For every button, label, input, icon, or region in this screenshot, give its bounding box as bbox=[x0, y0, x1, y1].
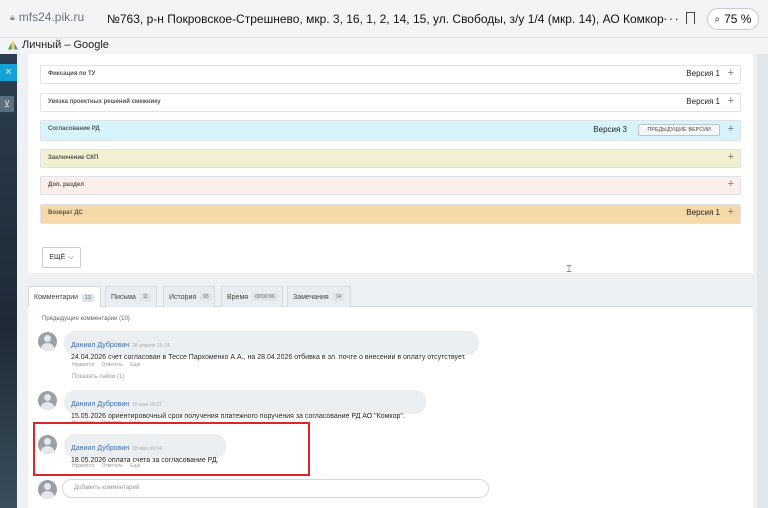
section-label: Доп. раздел bbox=[48, 182, 84, 188]
comment-text: 24.04.2026 счет согласован в Тессе Пархо… bbox=[71, 354, 467, 361]
avatar bbox=[38, 391, 57, 410]
expand-plus-icon[interactable]: + bbox=[728, 123, 734, 135]
bookmark-icon[interactable] bbox=[686, 12, 695, 24]
left-sidebar: × ⊻ bbox=[0, 54, 17, 508]
comment-text: 15.05.2026 ориентировочный срок получени… bbox=[71, 413, 405, 420]
more-button[interactable]: ЕЩЁ ⌵ bbox=[42, 247, 81, 268]
chevron-down-icon: ⌵ bbox=[68, 253, 74, 261]
expand-plus-icon[interactable]: + bbox=[728, 67, 734, 79]
section-row-return[interactable]: Возврат ДС Версия 1 + bbox=[40, 204, 741, 224]
comment-actions: Нравится Ответить Ещё bbox=[72, 362, 146, 368]
tab-label: Замечания bbox=[293, 293, 329, 301]
section-label: Заключение СКП bbox=[48, 155, 99, 161]
more-button-label: ЕЩЁ bbox=[49, 254, 66, 261]
section-row-approval[interactable]: Согласование РД Версия 3 ПРЕДЫДУЩИЕ ВЕРС… bbox=[40, 120, 741, 141]
tab-history[interactable]: История 93 bbox=[163, 286, 215, 307]
tab-remarks[interactable]: Замечания 14 bbox=[287, 286, 351, 307]
sidebar-toggle-icon[interactable]: ⊻ bbox=[0, 96, 14, 112]
tab-label: Письма bbox=[111, 293, 136, 301]
show-likes-link[interactable]: Показать лайки (1) bbox=[72, 374, 124, 380]
highlight-box bbox=[33, 422, 310, 476]
add-comment-input[interactable]: Добавить комментарий bbox=[62, 479, 489, 498]
tab-count-badge: 11 bbox=[139, 293, 151, 301]
section-label: Согласование РД bbox=[48, 126, 100, 132]
tabs-bar: Комментарии 13 Письма 11 История 93 Врем… bbox=[28, 281, 753, 308]
section-row-conclusion[interactable]: Заключение СКП + bbox=[40, 149, 741, 168]
tab-count-badge: 13 bbox=[82, 293, 94, 302]
close-icon[interactable]: × bbox=[0, 64, 17, 81]
tab-letters[interactable]: Письма 11 bbox=[105, 286, 157, 307]
browser-toolbar: 🔒︎ mfs24.pik.ru №763, р-н Покровское-Стр… bbox=[0, 0, 768, 38]
section-row-extra[interactable]: Доп. раздел + bbox=[40, 176, 741, 195]
bookmark-item-google[interactable]: Личный – Google bbox=[8, 39, 109, 51]
comment-bubble: Даниил Дубровин 15 мая 16:27 15.05.2026 о… bbox=[64, 390, 426, 420]
bookmarks-bar: Личный – Google bbox=[0, 38, 768, 54]
expand-plus-icon[interactable]: + bbox=[728, 95, 734, 107]
more-link[interactable]: Ещё bbox=[130, 362, 140, 368]
section-row-link[interactable]: Увязка проектных решений смежнику Версия… bbox=[40, 93, 741, 112]
current-user-avatar bbox=[38, 480, 57, 499]
reply-link[interactable]: Ответить bbox=[101, 362, 122, 368]
magnifier-icon: ⌕ bbox=[714, 13, 721, 25]
section-version: Версия 1 bbox=[686, 208, 720, 217]
comment-time: 15 мая 16:27 bbox=[132, 402, 162, 408]
section-label: Фиксация по ТУ bbox=[48, 71, 96, 77]
domain-label: mfs24.pik.ru bbox=[18, 10, 85, 24]
right-scrollbar[interactable] bbox=[757, 54, 768, 508]
tab-time[interactable]: Время 00:00:00 bbox=[221, 286, 283, 307]
previous-comments-link[interactable]: Предыдущие комментарии (10) bbox=[42, 316, 130, 322]
comment-time: 28 апреля 15:14 bbox=[132, 343, 170, 349]
comment-bubble: Даниил Дубровин 28 апреля 15:14 24.04.202… bbox=[64, 331, 479, 361]
expand-plus-icon[interactable]: + bbox=[728, 178, 734, 190]
section-version: Версия 1 bbox=[686, 69, 720, 78]
section-label: Возврат ДС bbox=[48, 210, 83, 216]
tab-label: Комментарии bbox=[34, 294, 79, 301]
tab-count-badge: 00:00:00 bbox=[252, 293, 278, 301]
address-bar[interactable]: 🔒︎ mfs24.pik.ru bbox=[10, 10, 84, 24]
comments-panel: Предыдущие комментарии (10) Даниил Дубро… bbox=[28, 307, 753, 508]
tab-label: Время bbox=[227, 293, 249, 301]
zoom-value: 75 % bbox=[724, 12, 752, 26]
tab-label: История bbox=[169, 293, 197, 301]
sections-panel: Фиксация по ТУ Версия 1 + Увязка проектн… bbox=[28, 54, 753, 273]
expand-plus-icon[interactable]: + bbox=[728, 151, 734, 163]
bookmark-item-label: Личный – Google bbox=[22, 39, 109, 51]
more-options-icon[interactable]: ··· bbox=[663, 10, 680, 26]
comment-author[interactable]: Даниил Дубровин bbox=[71, 342, 129, 349]
previous-versions-button[interactable]: ПРЕДЫДУЩИЕ ВЕРСИИ bbox=[638, 124, 720, 136]
section-row-fixation[interactable]: Фиксация по ТУ Версия 1 + bbox=[40, 65, 741, 84]
section-version: Версия 3 bbox=[593, 125, 627, 134]
tab-count-badge: 93 bbox=[200, 293, 212, 301]
page-title: №763, р-н Покровское-Стрешнево, мкр. 3, … bbox=[107, 12, 664, 26]
like-link[interactable]: Нравится bbox=[72, 362, 94, 368]
section-version: Версия 1 bbox=[686, 97, 720, 106]
lock-icon: 🔒︎ bbox=[10, 11, 15, 22]
zoom-indicator[interactable]: ⌕ 75 % bbox=[707, 8, 759, 30]
tab-count-badge: 14 bbox=[332, 293, 345, 301]
expand-plus-icon[interactable]: + bbox=[728, 206, 734, 218]
mouse-cursor-icon: ⌶ bbox=[566, 264, 572, 275]
comment-author[interactable]: Даниил Дубровин bbox=[71, 401, 129, 408]
google-drive-icon bbox=[8, 40, 18, 50]
tab-comments[interactable]: Комментарии 13 bbox=[28, 286, 101, 308]
divider bbox=[28, 273, 753, 281]
avatar bbox=[38, 332, 57, 351]
section-label: Увязка проектных решений смежнику bbox=[48, 99, 161, 105]
